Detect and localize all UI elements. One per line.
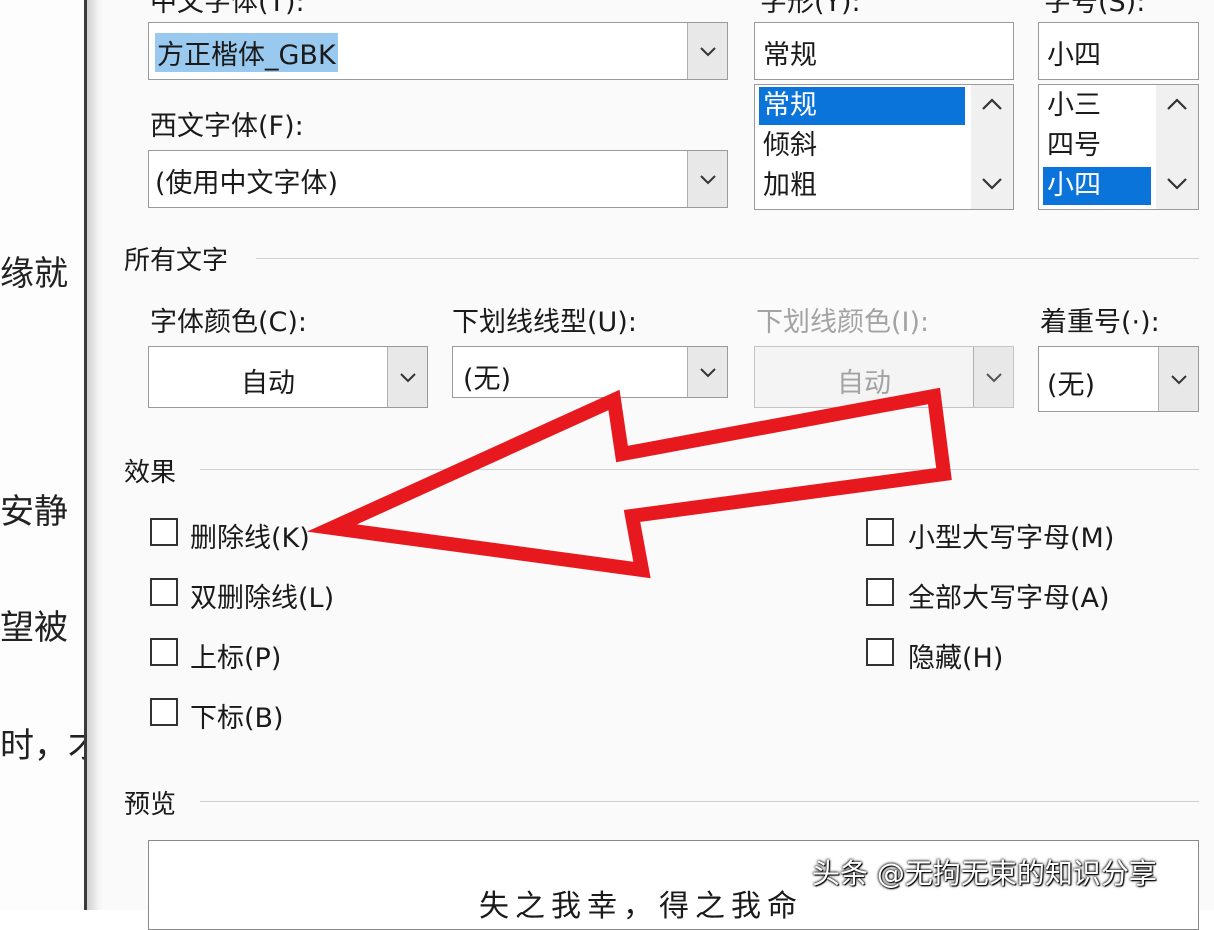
red-arrow-annotation: [306, 387, 952, 579]
watermark-text: 头条 @无拘无束的知识分享: [812, 857, 1157, 890]
